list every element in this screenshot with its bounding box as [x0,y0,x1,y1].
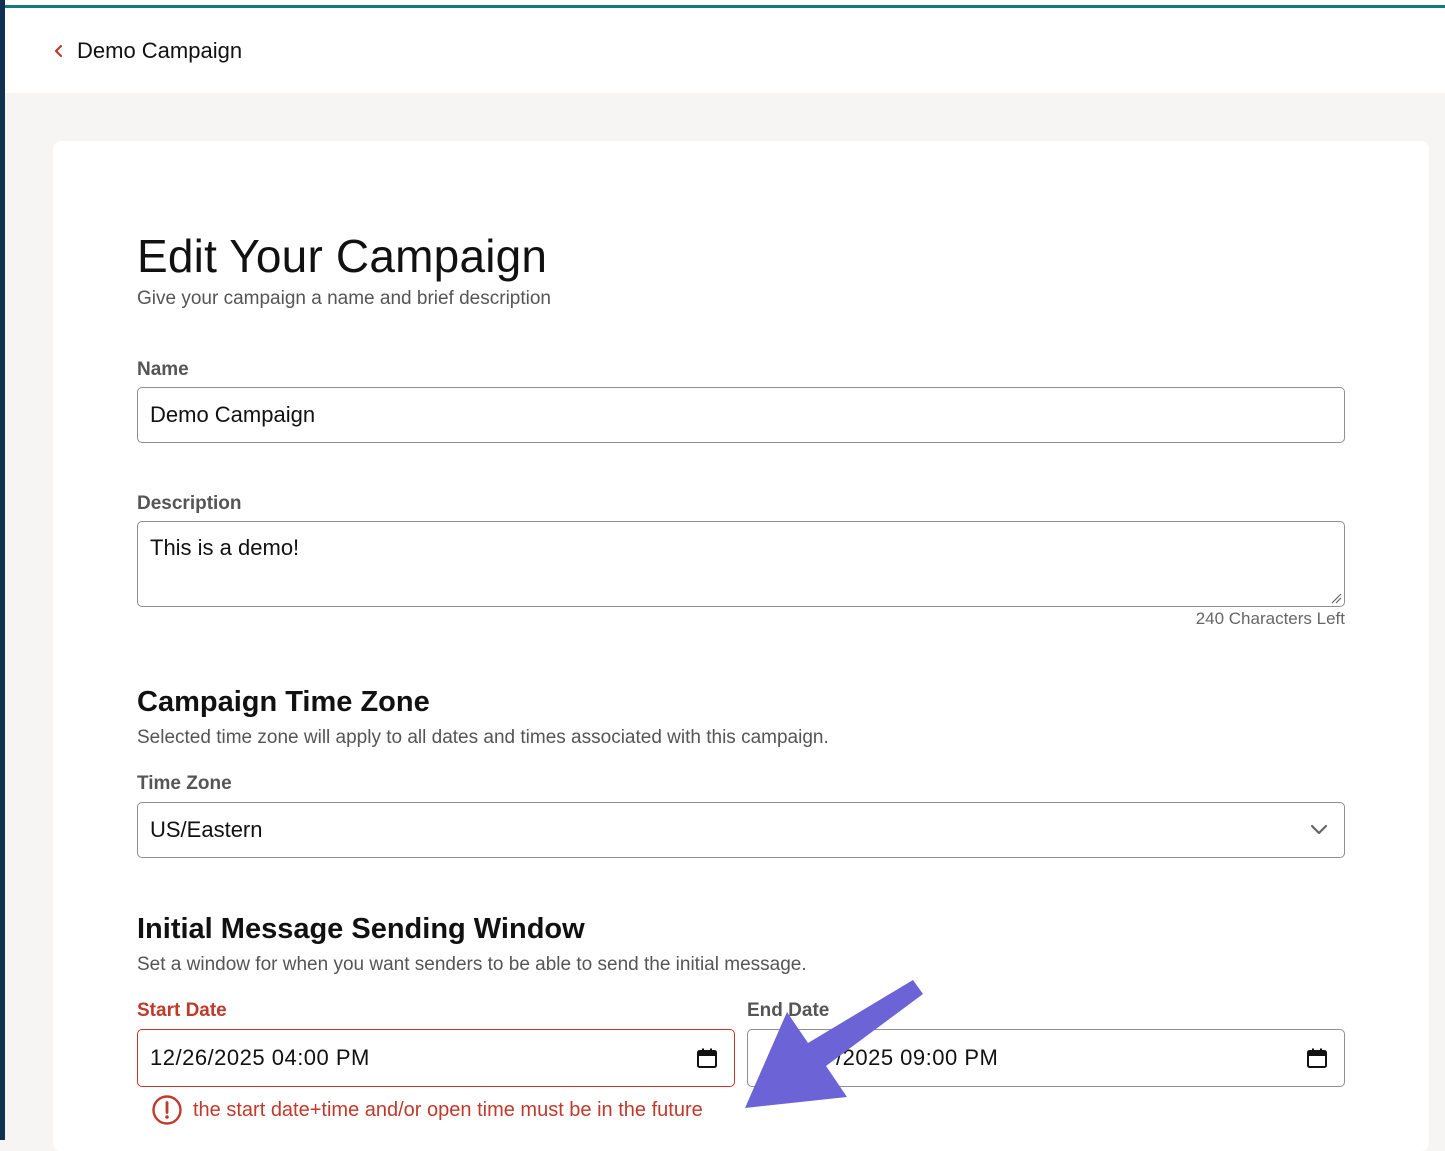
time-zone-selected-value: US/Eastern [150,817,263,842]
top-accent-bar [0,0,1445,8]
page-title: Edit Your Campaign [137,230,548,282]
end-date-value: /2025 09:00 PM [836,1045,999,1070]
sending-window-section-title: Initial Message Sending Window [137,913,585,945]
end-date-label: End Date [747,1000,830,1021]
page-header: Demo Campaign [5,8,1445,93]
time-zone-section-title: Campaign Time Zone [137,686,430,718]
sending-window-section-subtitle: Set a window for when you want senders t… [137,954,807,975]
start-date-error-text: the start date+time and/or open time mus… [193,1098,703,1121]
start-date-input[interactable]: 12/26/2025 04:00 PM [137,1029,735,1087]
description-char-count: 240 Characters Left [1195,609,1345,628]
start-date-label: Start Date [137,1000,227,1021]
time-zone-section-subtitle: Selected time zone will apply to all dat… [137,727,829,748]
chevron-down-icon [1310,824,1328,835]
chevron-left-icon [54,44,63,58]
time-zone-select[interactable]: US/Eastern [137,802,1345,858]
start-date-error: the start date+time and/or open time mus… [151,1094,703,1126]
end-date-input[interactable]: /2025 09:00 PM [747,1029,1345,1087]
page-subtitle: Give your campaign a name and brief desc… [137,288,552,309]
edit-campaign-card: Edit Your Campaign Give your campaign a … [53,141,1429,1151]
back-link[interactable]: Demo Campaign [53,38,242,64]
back-link-label: Demo Campaign [77,38,243,63]
description-label: Description [137,493,242,514]
calendar-icon[interactable] [1306,1047,1328,1069]
name-input-value: Demo Campaign [150,402,316,427]
start-date-value: 12/26/2025 04:00 PM [150,1045,370,1070]
description-textarea-value: This is a demo! [150,535,300,560]
name-label: Name [137,359,189,380]
left-nav-strip [0,0,5,1140]
name-input[interactable]: Demo Campaign [137,387,1345,443]
resize-handle-icon[interactable] [1330,592,1342,604]
time-zone-label: Time Zone [137,773,232,794]
calendar-icon[interactable] [696,1047,718,1069]
description-textarea[interactable]: This is a demo! [137,521,1345,607]
alert-circle-icon [152,1095,182,1125]
